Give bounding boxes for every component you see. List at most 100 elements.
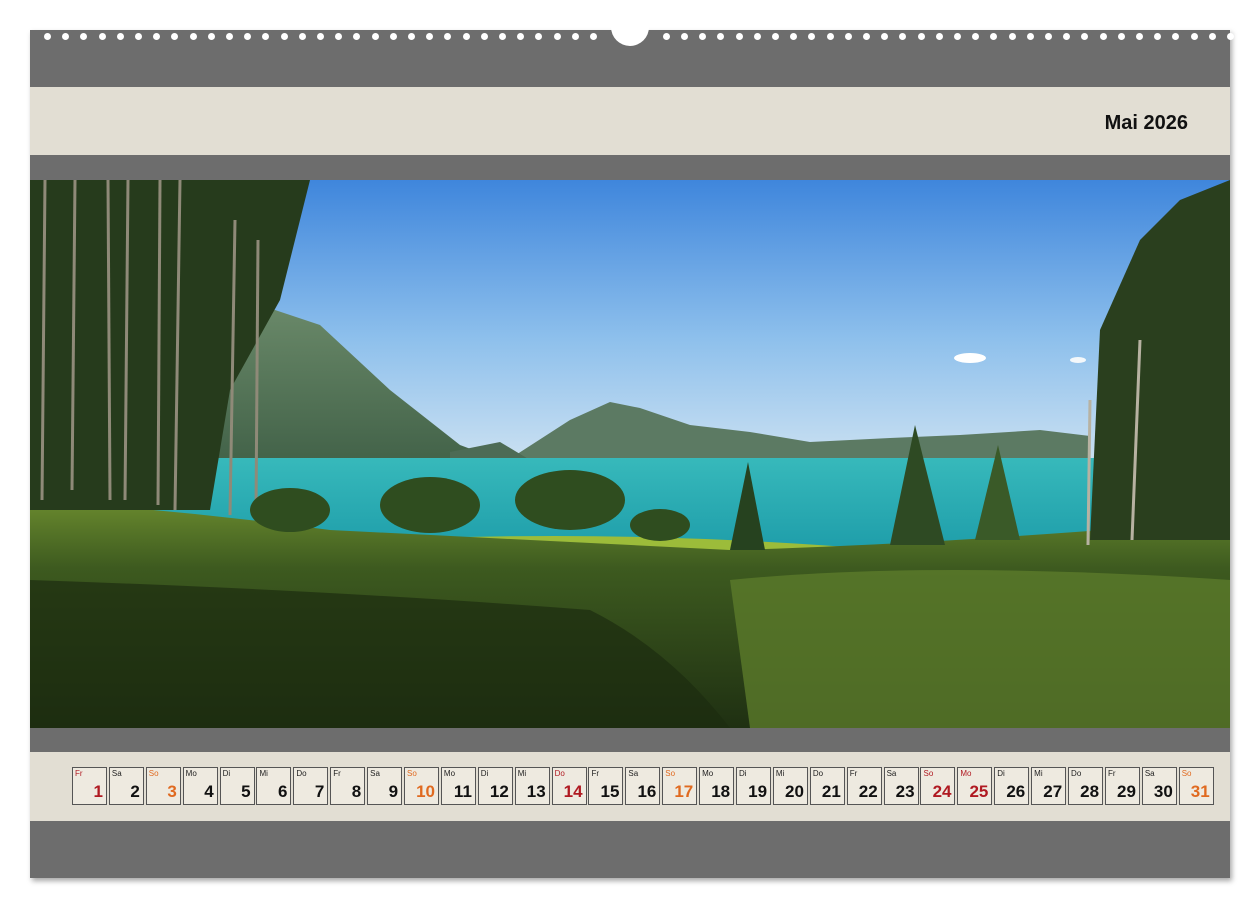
binding-hole: [826, 33, 834, 40]
day-number: 30: [1153, 782, 1173, 801]
weekday-label: Mo: [185, 769, 197, 778]
binding-hole: [1208, 33, 1216, 40]
binding-hole: [935, 33, 943, 40]
day-cell: Do 14: [551, 767, 587, 805]
day-cell: Mo 18: [699, 767, 735, 805]
day-number: 20: [785, 782, 804, 801]
binding-hole: [790, 33, 798, 40]
day-number: 11: [453, 782, 472, 801]
day-number: 27: [1043, 782, 1063, 801]
day-cell: Fr 8: [330, 767, 366, 805]
binding-hole: [863, 33, 870, 40]
day-number: 2: [130, 782, 140, 801]
binding-hole: [881, 33, 889, 40]
day-number: 13: [526, 782, 546, 801]
day-number: 16: [637, 782, 657, 801]
binding-hole: [662, 33, 670, 40]
day-cell: So 10: [404, 767, 440, 805]
binding-hole: [1154, 33, 1162, 40]
binding-hole: [298, 33, 306, 40]
day-number: 22: [858, 782, 878, 801]
binding-hole: [135, 33, 142, 40]
day-number: 29: [1117, 782, 1136, 801]
day-cell: Fr 15: [588, 767, 624, 805]
day-cell: Mi 6: [256, 767, 292, 805]
binding-hole: [426, 33, 434, 40]
binding-hole: [408, 33, 415, 40]
weekday-label: Fr: [849, 769, 858, 778]
weekday-label: So: [1181, 769, 1192, 778]
weekday-label: Sa: [1144, 769, 1155, 778]
day-cell: Do 7: [293, 767, 329, 805]
day-number: 7: [314, 782, 325, 801]
day-number: 1: [93, 782, 103, 801]
binding-hole: [753, 33, 761, 40]
day-number: 6: [277, 782, 288, 801]
binding-hole: [717, 33, 725, 40]
binding-hole: [1045, 33, 1052, 40]
binding-hole: [189, 33, 197, 40]
weekday-label: Sa: [370, 769, 380, 778]
day-cell: Sa 23: [883, 767, 919, 805]
day-number: 5: [241, 782, 251, 801]
binding-hole: [317, 33, 324, 40]
day-number: 4: [204, 782, 214, 801]
month-title: Mai 2026: [1104, 112, 1188, 134]
weekday-label: So: [665, 769, 676, 778]
weekday-label: So: [923, 769, 934, 778]
lake-landscape-photo: [30, 180, 1230, 728]
weekday-label: Fr: [1107, 769, 1116, 778]
weekday-label: Di: [739, 769, 747, 778]
binding-hole: [1172, 33, 1180, 40]
binding-hole: [62, 33, 70, 40]
day-number: 8: [351, 782, 362, 801]
binding-hole: [1227, 33, 1234, 40]
binding-hole: [226, 33, 233, 40]
binding-hole: [517, 33, 525, 40]
day-cell: Do 28: [1068, 767, 1104, 805]
day-cell: Mo 11: [440, 767, 476, 805]
day-number: 18: [711, 782, 731, 801]
weekday-label: Do: [296, 769, 307, 778]
weekday-label: Di: [222, 769, 231, 778]
weekday-label: Fr: [75, 769, 83, 778]
weekday-label: Do: [554, 769, 565, 778]
day-number: 23: [895, 782, 915, 801]
binding-hole: [571, 33, 579, 40]
binding-hole: [171, 33, 179, 40]
day-number: 31: [1190, 782, 1210, 801]
weekday-label: So: [148, 769, 159, 778]
binding-hole: [153, 33, 161, 40]
day-number: 24: [932, 782, 952, 801]
weekday-label: Sa: [111, 769, 122, 778]
day-cell: Sa 9: [367, 767, 403, 805]
binding-hole: [990, 33, 998, 40]
day-cell: So 17: [662, 767, 698, 805]
day-cell: Mi 13: [514, 767, 550, 805]
binding-hole: [262, 33, 270, 40]
day-cell: Mo 25: [957, 767, 993, 805]
day-number: 25: [969, 782, 989, 801]
weekday-label: Mi: [1034, 769, 1043, 778]
weekday-label: Do: [812, 769, 824, 778]
weekday-label: Fr: [333, 769, 341, 778]
binding-hole: [808, 33, 816, 40]
binding-hole: [462, 33, 470, 40]
binding-hole: [1117, 33, 1125, 40]
binding-hole: [844, 33, 852, 40]
calendar-sheet: Mai 2026 Fr 1 Sa 2 So 3 Mo 4 Di 5 Mi 6 D…: [30, 18, 1234, 878]
weekday-label: Fr: [591, 769, 600, 778]
day-cell: Mi 27: [1031, 767, 1067, 805]
binding-hole: [244, 33, 252, 40]
binding-hole: [590, 33, 597, 40]
binding-hole: [954, 33, 961, 40]
binding-hole: [207, 33, 215, 40]
binding-hole: [899, 33, 907, 40]
weekday-label: Sa: [886, 769, 897, 778]
weekday-label: Mo: [443, 769, 456, 778]
day-cell: Do 21: [809, 767, 845, 805]
binding-hole: [335, 33, 343, 40]
binding-hole: [735, 33, 743, 40]
binding-hole: [1008, 33, 1016, 40]
day-cell: Di 19: [736, 767, 772, 805]
